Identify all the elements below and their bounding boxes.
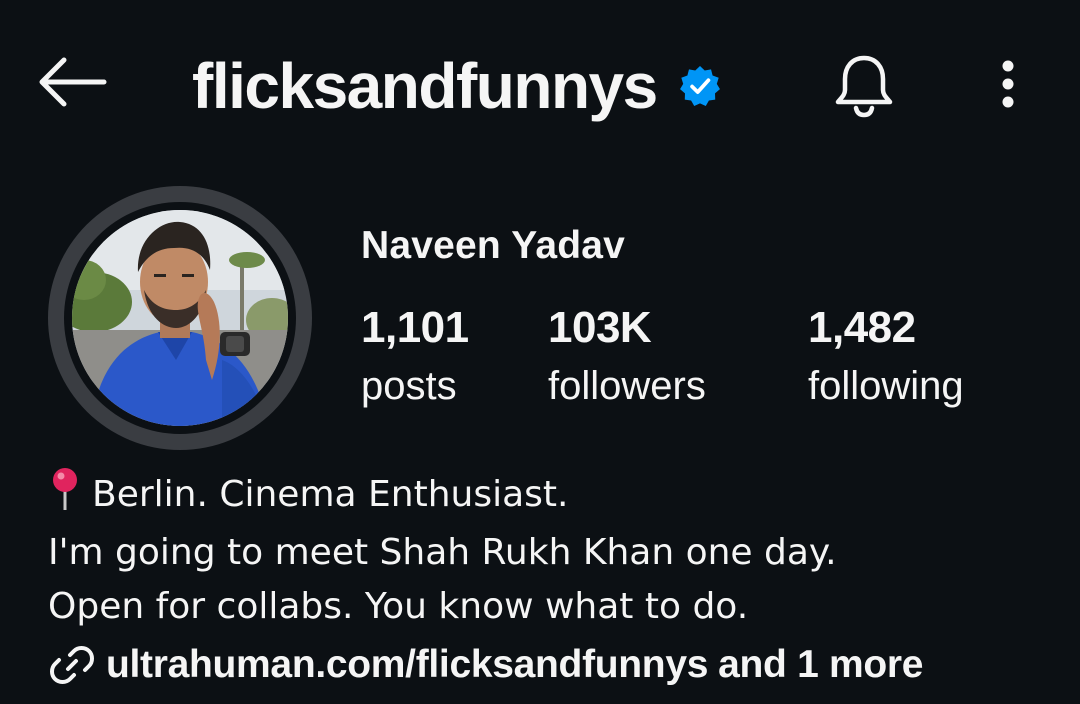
bio-line-2: I'm going to meet Shah Rukh Khan one day… [48,532,837,573]
username: flicksandfunnys [192,50,658,122]
link-icon [50,646,94,684]
username-title: flicksandfunnys [192,46,721,126]
posts-label: posts [361,364,457,408]
pin-icon [48,466,92,526]
verified-badge-icon [679,66,720,106]
profile-photo [72,210,288,426]
following-label: following [808,364,964,408]
back-button[interactable] [34,52,110,112]
link-more[interactable]: and 1 more [718,643,923,687]
more-options-button[interactable] [990,56,1026,116]
full-name: Naveen Yadav [361,224,626,267]
avatar[interactable] [48,186,312,450]
more-vertical-icon [1002,60,1014,108]
stat-followers[interactable]: 103K followers [548,300,706,414]
posts-count: 1,101 [361,303,469,352]
followers-label: followers [548,364,706,408]
bio-line-1-text: Berlin. Cinema Enthusiast. [92,474,569,515]
link-url[interactable]: ultrahuman.com/flicksandfunnys [106,643,708,687]
bio-line-1: Berlin. Cinema Enthusiast. [48,466,837,526]
notifications-button[interactable] [830,52,898,120]
stat-following[interactable]: 1,482 following [808,300,964,414]
profile-header: flicksandfunnys [0,0,1080,170]
bell-icon [835,55,893,118]
bio-link[interactable]: ultrahuman.com/flicksandfunnys and 1 mor… [48,638,923,692]
followers-count: 103K [548,303,652,352]
arrow-left-icon [39,57,107,107]
stat-posts[interactable]: 1,101 posts [361,300,469,414]
bio-line-3: Open for collabs. You know what to do. [48,586,749,627]
following-count: 1,482 [808,303,916,352]
bio: Berlin. Cinema Enthusiast. I'm going to … [48,466,837,634]
